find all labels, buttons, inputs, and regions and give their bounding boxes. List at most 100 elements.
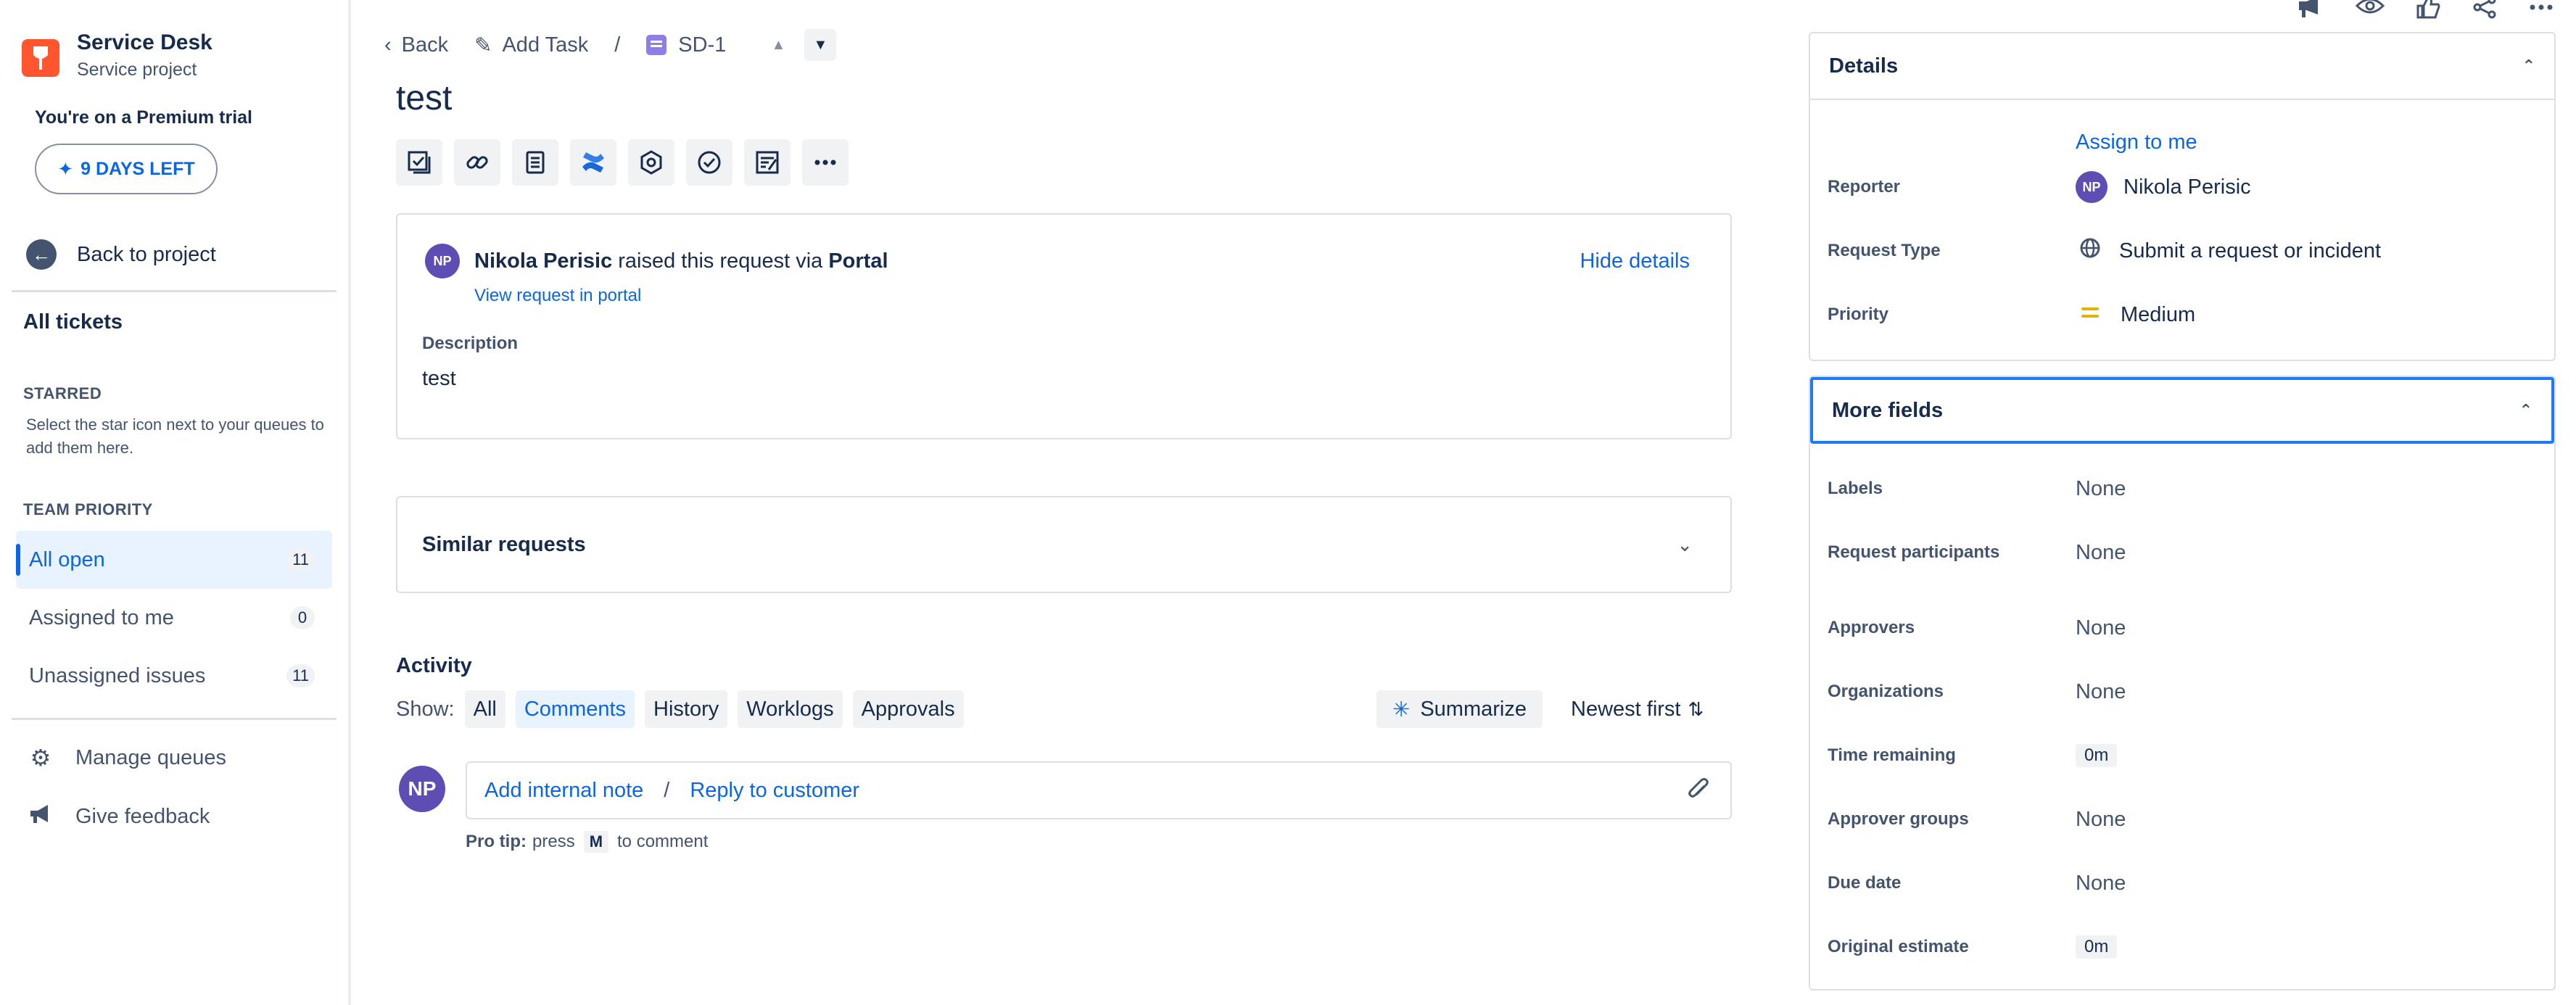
queue-unassigned-issues[interactable]: Unassigned issues 11 xyxy=(16,647,332,705)
paperclip-icon[interactable] xyxy=(1684,776,1713,811)
team-priority-heading: TEAM PRIORITY xyxy=(23,500,153,518)
sidebar: Service Desk Service project You're on a… xyxy=(0,0,351,1005)
confluence-button[interactable] xyxy=(570,139,616,186)
shortcut-key: M xyxy=(583,831,609,853)
filter-approvals[interactable]: Approvals xyxy=(852,690,964,728)
reporter-name[interactable]: Nikola Perisic xyxy=(474,249,612,273)
queue-count: 11 xyxy=(286,664,315,687)
gear-icon: ⚙ xyxy=(30,745,51,771)
queue-label: All open xyxy=(29,547,105,571)
approvers-field[interactable]: Approvers None xyxy=(1828,606,2538,650)
queue-label: Assigned to me xyxy=(29,605,174,629)
more-actions-button[interactable] xyxy=(802,139,849,186)
queue-all-open[interactable]: All open 11 xyxy=(16,531,332,589)
reporter-field: Reporter NP Nikola Perisic xyxy=(1828,164,2538,210)
request-type-field: Request Type Submit a request or inciden… xyxy=(1828,228,2538,274)
divider xyxy=(12,718,337,720)
document-icon xyxy=(526,151,545,174)
filter-worklogs[interactable]: Worklogs xyxy=(738,690,843,728)
field-label: Request Type xyxy=(1828,241,1941,260)
due-date-field[interactable]: Due date None xyxy=(1828,861,2538,905)
arrow-left-circle-icon: ← xyxy=(26,239,57,270)
channel-name: Portal xyxy=(828,249,888,273)
all-tickets-link[interactable]: All tickets xyxy=(23,310,123,334)
settings-button[interactable] xyxy=(628,139,674,186)
reply-to-customer-button[interactable]: Reply to customer xyxy=(690,779,859,803)
checklist-button[interactable] xyxy=(396,139,442,186)
request-type-name: Submit a request or incident xyxy=(2119,239,2382,262)
give-feedback-label: Give feedback xyxy=(75,804,210,828)
megaphone-icon xyxy=(26,802,55,831)
raised-text: raised this request via xyxy=(618,249,823,273)
trial-days-button[interactable]: ✦ 9 DAYS LEFT xyxy=(35,144,218,194)
filter-all[interactable]: All xyxy=(464,690,505,728)
approver-groups-field[interactable]: Approver groups None xyxy=(1828,798,2538,841)
field-label: Request participants xyxy=(1828,542,2000,562)
priority-value[interactable]: Medium xyxy=(2076,303,2195,327)
time-tag: 0m xyxy=(2076,744,2118,767)
request-participants-field[interactable]: Request participants None xyxy=(1828,531,2538,574)
manage-queues-link[interactable]: ⚙ Manage queues xyxy=(26,744,226,772)
issue-key-link[interactable]: SD-1 xyxy=(646,33,726,57)
more-icon[interactable] xyxy=(2528,0,2554,25)
previous-issue-button[interactable]: ▲ xyxy=(762,29,794,61)
vote-thumbs-up-icon[interactable] xyxy=(2415,0,2441,25)
add-internal-note-button[interactable]: Add internal note xyxy=(484,779,643,803)
back-to-project-link[interactable]: ← Back to project xyxy=(26,239,216,270)
feedback-megaphone-icon[interactable] xyxy=(2296,0,2325,25)
document-button[interactable] xyxy=(512,139,558,186)
avatar[interactable]: NP xyxy=(425,244,460,278)
project-type: Service project xyxy=(77,59,197,80)
watch-eye-icon[interactable] xyxy=(2355,0,2385,25)
share-icon[interactable] xyxy=(2472,0,2498,25)
back-button[interactable]: ‹ Back xyxy=(384,33,448,57)
details-header[interactable]: Details ⌃ xyxy=(1810,33,2554,100)
globe-icon xyxy=(2078,236,2102,265)
similar-requests-label: Similar requests xyxy=(422,532,586,556)
issue-title[interactable]: test xyxy=(396,78,452,118)
summarize-button[interactable]: ✳ Summarize xyxy=(1376,690,1543,728)
view-in-portal-link[interactable]: View request in portal xyxy=(474,286,641,306)
field-label: Original estimate xyxy=(1828,937,1969,956)
filter-history[interactable]: History xyxy=(645,690,728,728)
avatar: NP xyxy=(399,766,445,812)
similar-requests-panel[interactable]: Similar requests ⌄ xyxy=(396,496,1732,593)
organizations-field[interactable]: Organizations None xyxy=(1828,670,2538,714)
pro-tip-label: Pro tip: xyxy=(466,832,527,851)
link-button[interactable] xyxy=(454,139,500,186)
hide-details-button[interactable]: Hide details xyxy=(1580,249,1690,273)
description-value[interactable]: test xyxy=(422,367,456,391)
queue-assigned-to-me[interactable]: Assigned to me 0 xyxy=(16,589,332,647)
request-type-value[interactable]: Submit a request or incident xyxy=(2076,236,2381,265)
field-value: None xyxy=(2076,807,2126,831)
details-panel: Details ⌃ Assign to me Reporter NP Nikol… xyxy=(1809,32,2556,361)
assign-to-me-link[interactable]: Assign to me xyxy=(2076,131,2197,154)
form-button[interactable] xyxy=(744,139,790,186)
time-remaining-field[interactable]: Time remaining 0m xyxy=(1828,734,2538,777)
sort-order-button[interactable]: Newest first ⇅ xyxy=(1571,690,1704,728)
activity-heading: Activity xyxy=(396,654,472,677)
comment-box[interactable]: Add internal note / Reply to customer xyxy=(466,761,1732,819)
form-icon xyxy=(756,151,779,174)
priority-field: Priority Medium xyxy=(1828,291,2538,338)
trial-text: You're on a Premium trial xyxy=(35,107,252,128)
labels-field[interactable]: Labels None xyxy=(1828,467,2538,510)
approval-button[interactable] xyxy=(686,139,732,186)
give-feedback-link[interactable]: Give feedback xyxy=(26,802,210,831)
priority-name: Medium xyxy=(2121,302,2196,326)
issue-top-actions xyxy=(2266,0,2554,22)
filter-comments[interactable]: Comments xyxy=(515,690,635,728)
field-value: None xyxy=(2076,540,2126,564)
trial-days-label: 9 DAYS LEFT xyxy=(80,158,195,179)
original-estimate-field[interactable]: Original estimate 0m xyxy=(1828,925,2538,969)
description-label: Description xyxy=(422,334,519,353)
field-label: Labels xyxy=(1828,479,1883,498)
show-label: Show: xyxy=(396,697,455,721)
more-fields-header[interactable]: More fields ⌃ xyxy=(1810,377,2554,444)
chevron-left-icon: ‹ xyxy=(384,33,392,57)
reporter-value[interactable]: NP Nikola Perisic xyxy=(2076,171,2251,203)
more-fields-panel: More fields ⌃ Labels None Request partic… xyxy=(1809,376,2556,990)
next-issue-button[interactable]: ▼ xyxy=(804,29,837,61)
project-header[interactable]: Service Desk Service project xyxy=(22,29,212,83)
add-task-button[interactable]: ✎ Add Task xyxy=(474,33,588,58)
